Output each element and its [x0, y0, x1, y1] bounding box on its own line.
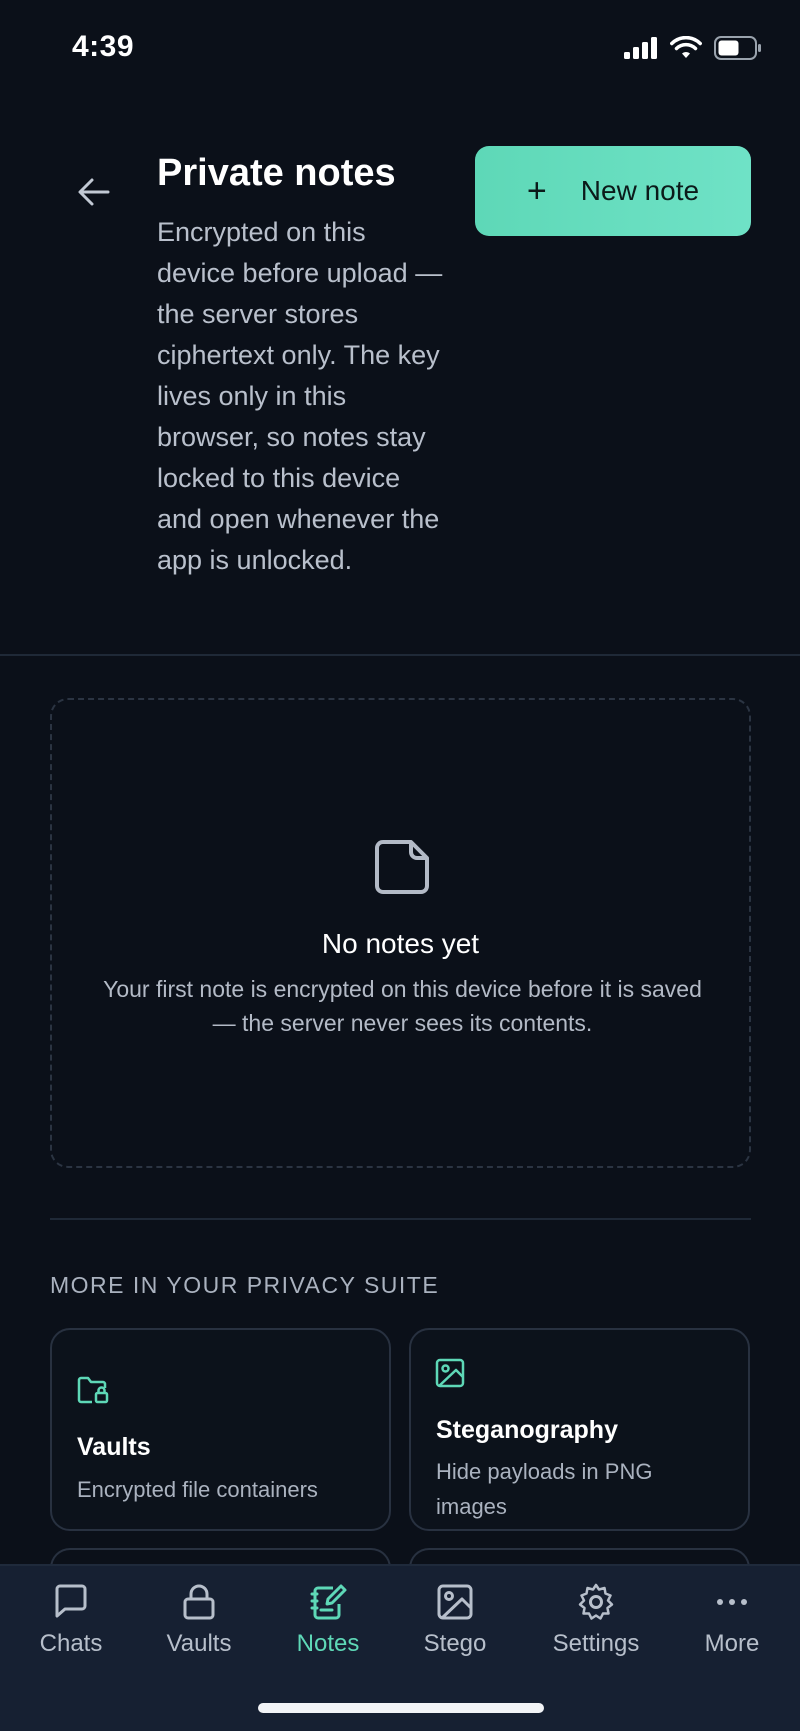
nav-item-notes[interactable]: Notes — [268, 1582, 388, 1658]
nav-label: More — [704, 1630, 760, 1657]
nav-item-stego[interactable]: Stego — [395, 1582, 515, 1658]
header-divider — [0, 654, 800, 656]
battery-icon — [714, 36, 761, 60]
nav-label: Vaults — [166, 1630, 232, 1657]
file-icon — [375, 840, 429, 894]
nav-item-settings[interactable]: Settings — [536, 1582, 656, 1658]
empty-title: No notes yet — [321, 928, 480, 959]
status-icons — [624, 36, 762, 60]
lock-icon — [183, 1584, 215, 1620]
notebook-icon — [310, 1584, 347, 1620]
new-note-label: New note — [580, 175, 700, 206]
image-icon — [437, 1584, 473, 1620]
suite-card-title: Steganography — [436, 1416, 618, 1444]
nav-label: Chats — [39, 1630, 103, 1657]
empty-notes-card: No notes yet Your first note is encrypte… — [50, 698, 751, 1168]
signal-icon — [624, 37, 657, 59]
gear-icon — [578, 1583, 614, 1620]
nav-label: Stego — [423, 1630, 487, 1657]
suite-heading: MORE IN YOUR PRIVACY SUITE — [50, 1272, 440, 1298]
plus-icon: + — [526, 172, 547, 210]
status-bar: 4:39 — [0, 0, 800, 100]
home-indicator[interactable] — [258, 1703, 544, 1713]
new-note-button[interactable]: + New note — [475, 146, 751, 236]
suite-card-steganography[interactable]: Steganography Hide payloads in PNG image… — [409, 1328, 750, 1531]
chat-icon — [55, 1584, 87, 1618]
arrow-left-icon — [78, 178, 110, 206]
more-icon — [717, 1599, 747, 1605]
suite-card-description: Encrypted file containers — [77, 1477, 318, 1502]
page-description: Encrypted on this device before upload —… — [157, 217, 443, 575]
nav-label: Notes — [296, 1630, 360, 1657]
nav-item-chats[interactable]: Chats — [11, 1582, 131, 1658]
section-divider — [50, 1218, 751, 1220]
status-time: 4:39 — [72, 30, 135, 63]
wifi-icon — [670, 36, 702, 58]
suite-card-vaults[interactable]: Vaults Encrypted file containers — [50, 1328, 391, 1531]
suite-card-description: Hide payloads in PNG images — [436, 1459, 653, 1519]
nav-item-more[interactable]: More — [672, 1582, 792, 1658]
nav-label: Settings — [552, 1630, 640, 1657]
suite-card-title: Vaults — [77, 1433, 151, 1461]
back-button[interactable] — [70, 168, 118, 216]
empty-description: Your first note is encrypted on this dev… — [103, 976, 702, 1036]
nav-item-vaults[interactable]: Vaults — [139, 1582, 259, 1658]
image-icon — [435, 1358, 465, 1388]
page-title: Private notes — [157, 152, 396, 194]
folder-lock-icon — [77, 1376, 109, 1404]
